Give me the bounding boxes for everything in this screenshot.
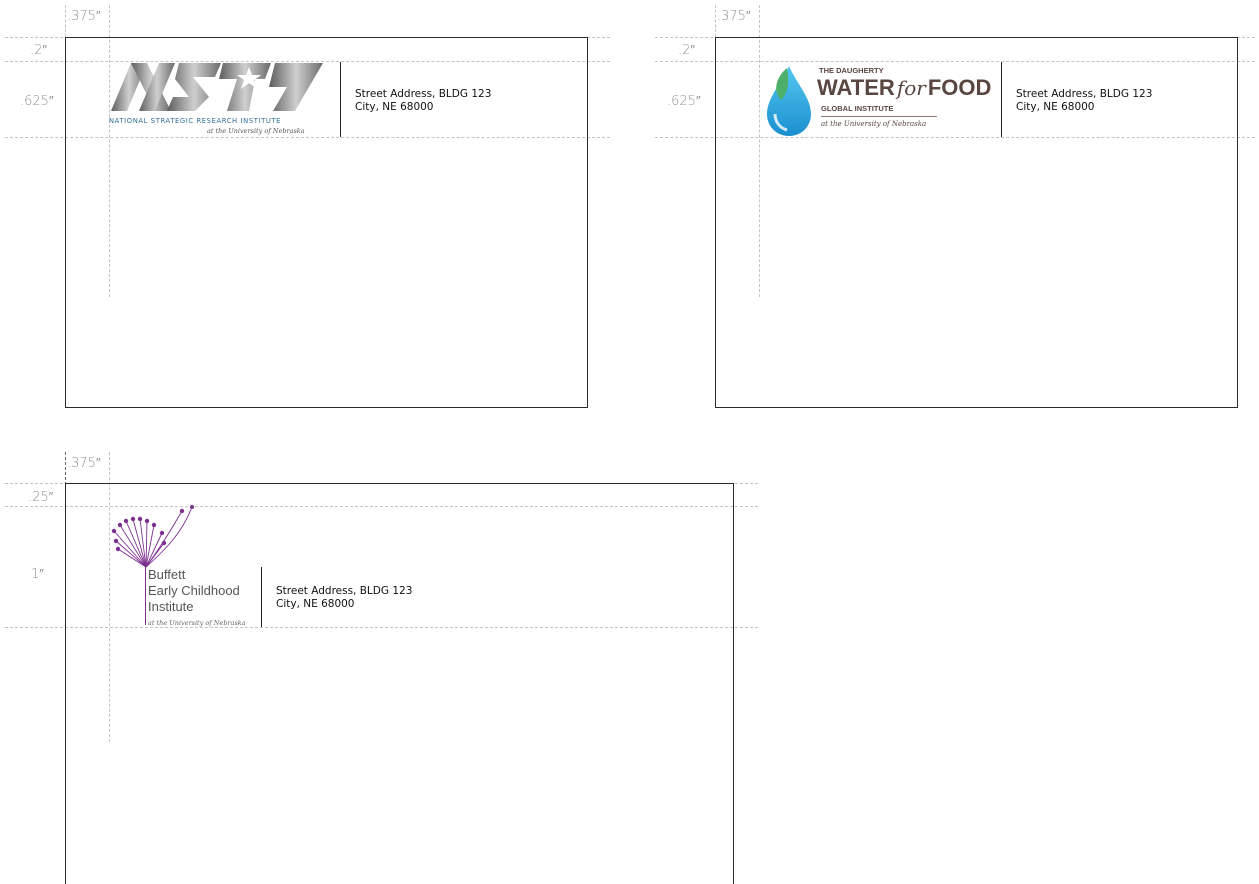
- dim-left-margin-label: .375″: [67, 9, 101, 24]
- return-address: Street Address, BLDG 123 City, NE 68000: [1016, 88, 1152, 114]
- wff-logo-food: FOOD: [927, 75, 992, 100]
- envelope-spec-canvas: .375″ .2″ .625″ NATIONAL STRATEGIC RESEA…: [0, 0, 1259, 884]
- logo-address-divider: [261, 567, 262, 627]
- buffett-logo: Buffett Early Childhood Institute at the…: [106, 505, 256, 627]
- logo-address-divider: [1001, 62, 1002, 137]
- wff-logo-rule: [821, 116, 937, 117]
- buffett-logo-line-2: Early Childhood: [148, 583, 240, 598]
- wff-logo-for: for: [896, 76, 926, 100]
- dim-logo-height-label: 1″: [31, 567, 44, 582]
- return-address: Street Address, BLDG 123 City, NE 68000: [355, 88, 491, 114]
- dim-logo-height-label: .625″: [667, 94, 701, 109]
- wff-logo-main-line: WATER forFOOD: [817, 76, 991, 103]
- dim-left-margin-label: .375″: [717, 9, 751, 24]
- wff-logo-sub-line: GLOBAL INSTITUTE: [821, 104, 894, 113]
- buffett-logo-line-1: Buffett: [148, 567, 186, 582]
- wff-logo-affiliation: at the University of Nebraska: [821, 120, 927, 128]
- dim-left-margin-label: .375″: [67, 456, 101, 471]
- return-address: Street Address, BLDG 123 City, NE 68000: [276, 585, 412, 611]
- water-drop-icon: [767, 66, 811, 136]
- address-line-1: Street Address, BLDG 123: [355, 88, 492, 100]
- dandelion-icon: [111, 505, 194, 568]
- nsri-logo-mark: [111, 63, 323, 111]
- nsri-logo-name: NATIONAL STRATEGIC RESEARCH INSTITUTE: [109, 117, 282, 125]
- dim-top-margin-label: .25″: [28, 490, 54, 505]
- dim-top-margin-label: .2″: [30, 43, 48, 58]
- dim-top-margin-label: .2″: [678, 43, 696, 58]
- logo-address-divider: [340, 62, 341, 137]
- nsri-logo: NATIONAL STRATEGIC RESEARCH INSTITUTE at…: [109, 61, 329, 139]
- buffett-logo-affiliation: at the University of Nebraska: [148, 619, 246, 627]
- nsri-logo-affiliation: at the University of Nebraska: [207, 127, 305, 135]
- wff-logo-top-line: THE DAUGHERTY: [819, 66, 884, 75]
- guide-left-edge: [715, 5, 716, 37]
- wff-logo-water: WATER: [817, 75, 895, 100]
- dandelion-stem: [145, 563, 146, 625]
- guide-left-edge: [65, 5, 66, 37]
- address-line-1: Street Address, BLDG 123: [276, 585, 413, 597]
- buffett-logo-line-3: Institute: [148, 599, 194, 614]
- dim-logo-height-label: .625″: [20, 94, 54, 109]
- address-line-1: Street Address, BLDG 123: [1016, 88, 1153, 100]
- address-line-2: City, NE 68000: [276, 598, 355, 610]
- address-line-2: City, NE 68000: [355, 101, 434, 113]
- buffett-logo-name: Buffett Early Childhood Institute: [148, 567, 240, 615]
- address-line-2: City, NE 68000: [1016, 101, 1095, 113]
- wff-logo: THE DAUGHERTY WATER forFOOD GLOBAL INSTIT…: [759, 62, 991, 138]
